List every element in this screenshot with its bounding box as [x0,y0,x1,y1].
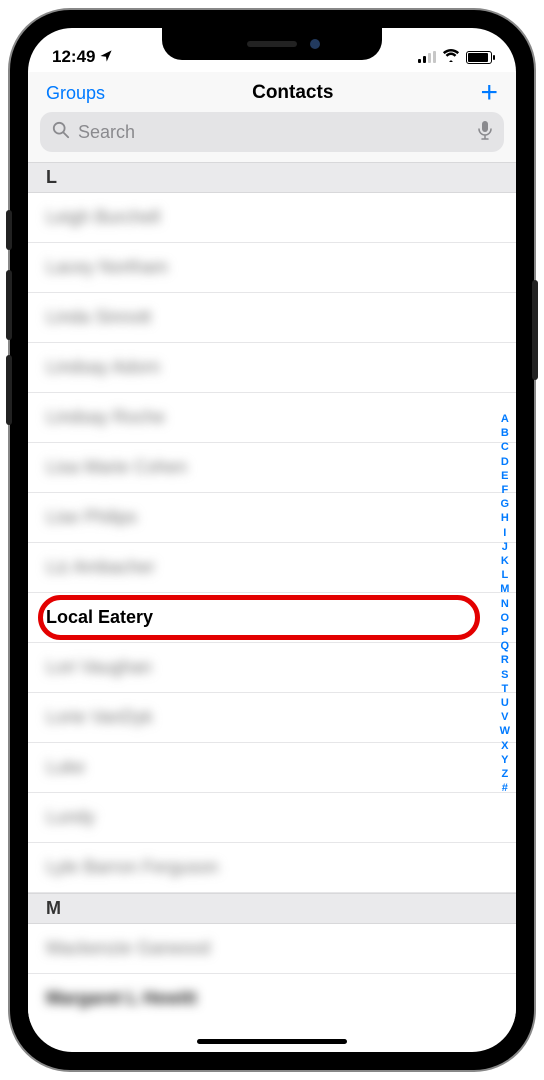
contact-row[interactable]: Margaret L Hewitt [28,974,516,1023]
battery-icon [466,51,492,64]
search-input[interactable] [78,122,470,143]
contact-row[interactable]: Mackenzie Garwood [28,924,516,974]
contact-row[interactable]: Lacey Northam [28,243,516,293]
contact-row[interactable]: Lori Vaughan [28,643,516,693]
contact-row[interactable]: Lundy [28,793,516,843]
contact-row[interactable]: Lyle Barron Ferguson [28,843,516,893]
contact-row[interactable]: Linda Sinnott [28,293,516,343]
search-icon [52,121,70,144]
screen: 12:49 Groups Contacts + [28,28,516,1052]
page-title: Contacts [252,82,333,104]
nav-bar: Groups Contacts + [28,72,516,112]
contact-row[interactable]: Liz Ambacher [28,543,516,593]
contact-row[interactable]: Lorie VanDyk [28,693,516,743]
cellular-signal-icon [418,51,436,63]
wifi-icon [442,47,460,67]
section-header-m: M [28,893,516,924]
phone-frame: 12:49 Groups Contacts + [10,10,534,1070]
contact-row-local-eatery[interactable]: Local Eatery [28,593,516,643]
alphabet-index[interactable]: ABCDEFGHIJKLMNOPQRSTUVWXYZ# [500,412,510,795]
notch [162,28,382,60]
add-contact-button[interactable]: + [480,83,498,103]
contact-row[interactable]: Lindsay Adorn [28,343,516,393]
contact-row[interactable]: Leigh Burchell [28,193,516,243]
groups-button[interactable]: Groups [46,83,105,104]
contact-name: Local Eatery [46,607,153,627]
contact-row[interactable]: Lindsay Roche [28,393,516,443]
home-indicator[interactable] [197,1039,347,1044]
search-field[interactable] [40,112,504,152]
contact-row[interactable]: Lise Philips [28,493,516,543]
contact-row[interactable]: Lisa Marie Cohen [28,443,516,493]
microphone-icon[interactable] [478,120,492,145]
location-icon [99,49,113,66]
section-header-l: L [28,162,516,193]
contact-row[interactable]: Luke [28,743,516,793]
search-bar [28,112,516,162]
status-time: 12:49 [52,47,95,67]
